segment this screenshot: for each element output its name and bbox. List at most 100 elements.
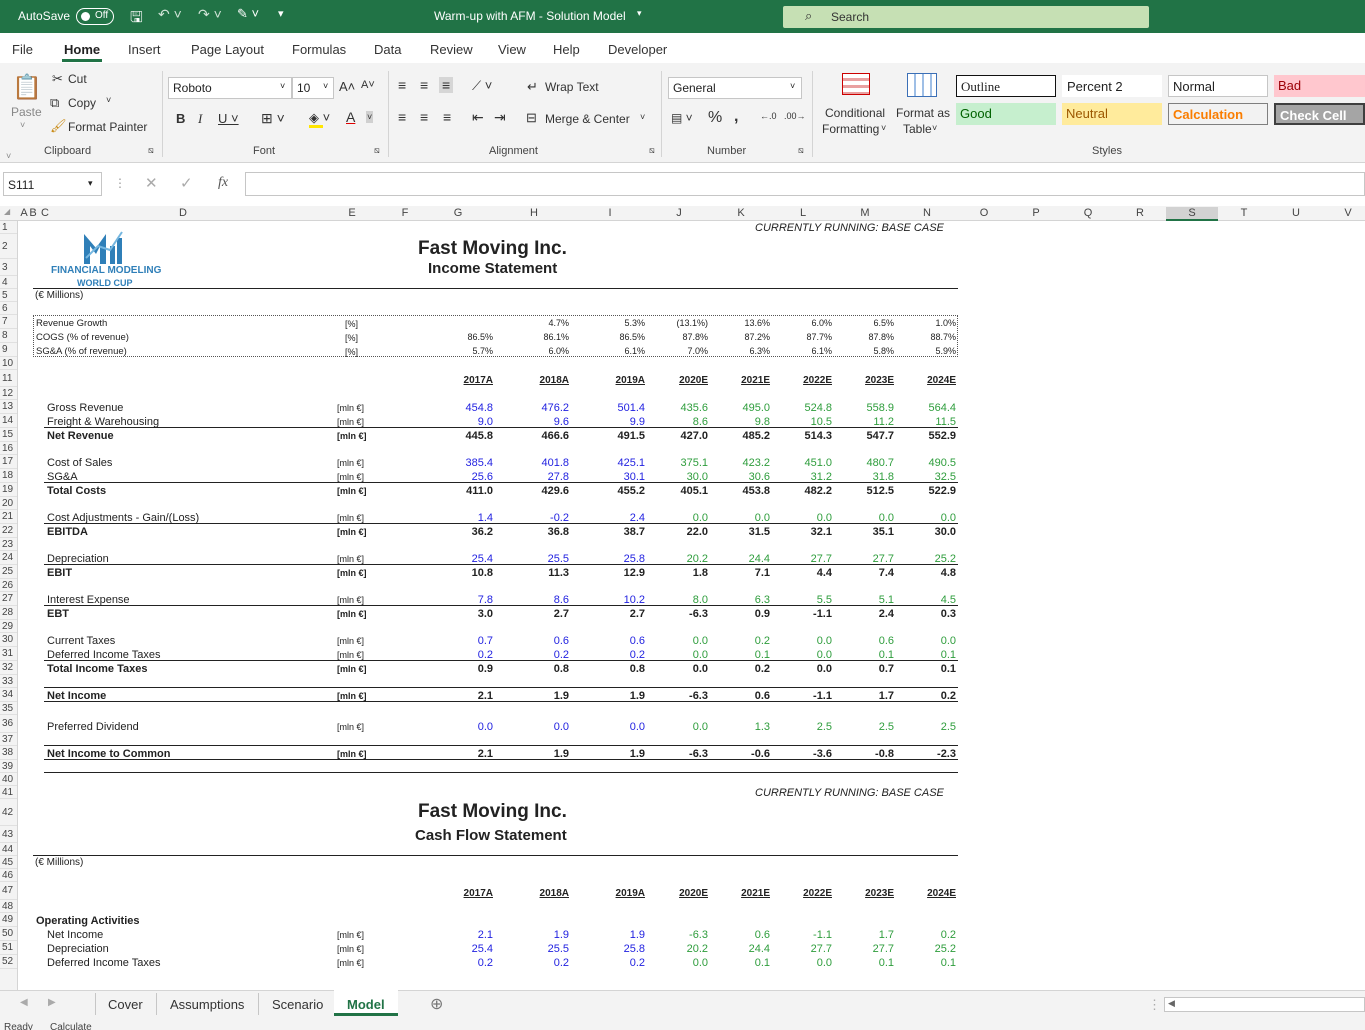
- row-header[interactable]: 30: [0, 633, 17, 647]
- row-header[interactable]: 6: [0, 302, 17, 315]
- borders-icon[interactable]: ⊞ ˅: [261, 110, 285, 127]
- row-header[interactable]: 40: [0, 773, 17, 786]
- increase-decimal-icon[interactable]: ←.0: [760, 111, 777, 121]
- row-header[interactable]: 49: [0, 913, 17, 927]
- row-header[interactable]: 38: [0, 746, 17, 760]
- merge-center-button[interactable]: Merge & Center: [545, 112, 630, 126]
- row-header[interactable]: 28: [0, 606, 17, 620]
- font-color-dropdown-icon[interactable]: ˅: [366, 111, 374, 123]
- column-header[interactable]: F: [390, 207, 420, 219]
- chevron-down-icon[interactable]: ˅: [881, 123, 886, 133]
- column-header[interactable]: N: [896, 207, 958, 219]
- row-header[interactable]: 9: [0, 343, 17, 357]
- italic-button[interactable]: I: [198, 111, 202, 127]
- row-header[interactable]: 12: [0, 387, 17, 400]
- row-header[interactable]: 37: [0, 733, 17, 746]
- style-neutral[interactable]: Neutral: [1062, 103, 1162, 125]
- alignment-launcher-icon[interactable]: ⧅: [649, 145, 655, 156]
- orientation-icon[interactable]: ⟋ ˅: [472, 78, 492, 94]
- tab-view[interactable]: View: [498, 42, 526, 57]
- enter-icon[interactable]: ✓: [180, 174, 193, 192]
- tab-formulas[interactable]: Formulas: [292, 42, 346, 57]
- increase-indent-icon[interactable]: ⇥: [494, 109, 506, 126]
- paste-button[interactable]: Paste: [11, 105, 42, 119]
- row-header[interactable]: 8: [0, 329, 17, 343]
- add-sheet-icon[interactable]: ⊕: [430, 994, 443, 1014]
- column-header-selected[interactable]: S: [1166, 207, 1218, 221]
- autosave-toggle[interactable]: Off: [76, 8, 114, 25]
- row-header[interactable]: 15: [0, 428, 17, 442]
- row-header[interactable]: 10: [0, 357, 17, 370]
- cancel-icon[interactable]: ✕: [145, 174, 158, 192]
- row-header[interactable]: 32: [0, 661, 17, 675]
- row-header[interactable]: 47: [0, 882, 17, 900]
- align-center-icon[interactable]: ≡: [420, 109, 428, 125]
- column-header[interactable]: U: [1270, 207, 1322, 219]
- column-header[interactable]: O: [958, 207, 1010, 219]
- merge-center-icon[interactable]: ⊟: [526, 110, 537, 126]
- font-name-select[interactable]: Roboto ˅: [168, 77, 292, 99]
- row-header[interactable]: 20: [0, 497, 17, 510]
- row-header[interactable]: 43: [0, 826, 17, 843]
- row-header[interactable]: 3: [0, 259, 17, 276]
- collapse-ribbon-icon[interactable]: ˅: [6, 151, 11, 161]
- formula-input[interactable]: [245, 172, 1365, 196]
- name-box[interactable]: S111 ▾: [3, 172, 102, 196]
- align-top-icon[interactable]: ≡: [398, 77, 406, 93]
- row-header[interactable]: 34: [0, 688, 17, 702]
- sheet-tab-cover[interactable]: Cover: [108, 997, 143, 1012]
- document-title[interactable]: Warm-up with AFM - Solution Model: [434, 9, 626, 23]
- row-header[interactable]: 4: [0, 276, 17, 289]
- tab-page-layout[interactable]: Page Layout: [191, 42, 264, 57]
- save-icon[interactable]: 🖫: [130, 7, 143, 32]
- row-header[interactable]: 27: [0, 592, 17, 606]
- highlight-icon[interactable]: ✎ ˅: [237, 6, 259, 22]
- format-painter-icon[interactable]: 🖌: [50, 118, 67, 134]
- font-color-icon[interactable]: A: [346, 109, 355, 125]
- row-header[interactable]: 14: [0, 414, 17, 428]
- underline-button[interactable]: U ˅: [218, 111, 239, 126]
- align-right-icon[interactable]: ≡: [443, 109, 451, 125]
- copy-dropdown-icon[interactable]: ˅: [106, 95, 111, 105]
- format-as-table-label1[interactable]: Format as: [896, 106, 950, 120]
- redo-icon[interactable]: ↷ ˅: [198, 6, 222, 23]
- undo-icon[interactable]: ↶ ˅: [158, 6, 182, 23]
- search-box[interactable]: ⌕ Search: [783, 6, 1149, 28]
- clipboard-launcher-icon[interactable]: ⧅: [148, 145, 154, 156]
- align-left-icon[interactable]: ≡: [398, 109, 406, 125]
- row-header[interactable]: 16: [0, 442, 17, 455]
- row-header[interactable]: 51: [0, 941, 17, 955]
- comma-style-icon[interactable]: ,: [734, 108, 738, 126]
- tab-home[interactable]: Home: [64, 42, 100, 57]
- tab-insert[interactable]: Insert: [128, 42, 161, 57]
- number-launcher-icon[interactable]: ⧅: [798, 145, 804, 156]
- row-header[interactable]: 42: [0, 799, 17, 826]
- row-header[interactable]: 13: [0, 400, 17, 414]
- column-header[interactable]: L: [772, 207, 834, 219]
- style-good[interactable]: Good: [956, 103, 1056, 125]
- format-as-table-icon[interactable]: [907, 73, 937, 97]
- decrease-indent-icon[interactable]: ⇤: [472, 109, 484, 126]
- accounting-format-icon[interactable]: ▤ ˅: [671, 111, 693, 125]
- style-outline[interactable]: Outline: [956, 75, 1056, 97]
- chevron-down-icon[interactable]: ˅: [932, 123, 937, 133]
- fill-color-icon[interactable]: ◈ ˅: [309, 110, 330, 126]
- increase-font-icon[interactable]: A˄: [339, 79, 355, 94]
- column-header[interactable]: E: [314, 207, 390, 219]
- column-header[interactable]: M: [834, 207, 896, 219]
- row-header[interactable]: 11: [0, 370, 17, 387]
- style-percent-2[interactable]: Percent 2: [1062, 75, 1162, 97]
- align-middle-icon[interactable]: ≡: [420, 77, 428, 93]
- style-bad[interactable]: Bad: [1274, 75, 1365, 97]
- paste-icon[interactable]: 📋: [12, 73, 42, 102]
- row-header[interactable]: 35: [0, 702, 17, 715]
- column-header[interactable]: J: [648, 207, 710, 219]
- select-all-icon[interactable]: ◢: [4, 207, 10, 216]
- row-header[interactable]: 46: [0, 869, 17, 882]
- row-header[interactable]: 45: [0, 856, 17, 869]
- tab-review[interactable]: Review: [430, 42, 473, 57]
- column-header[interactable]: D: [52, 207, 314, 219]
- title-dropdown-icon[interactable]: ▾: [637, 8, 642, 19]
- format-as-table-label2[interactable]: Table: [903, 122, 932, 136]
- copy-icon[interactable]: ⧉: [50, 95, 59, 111]
